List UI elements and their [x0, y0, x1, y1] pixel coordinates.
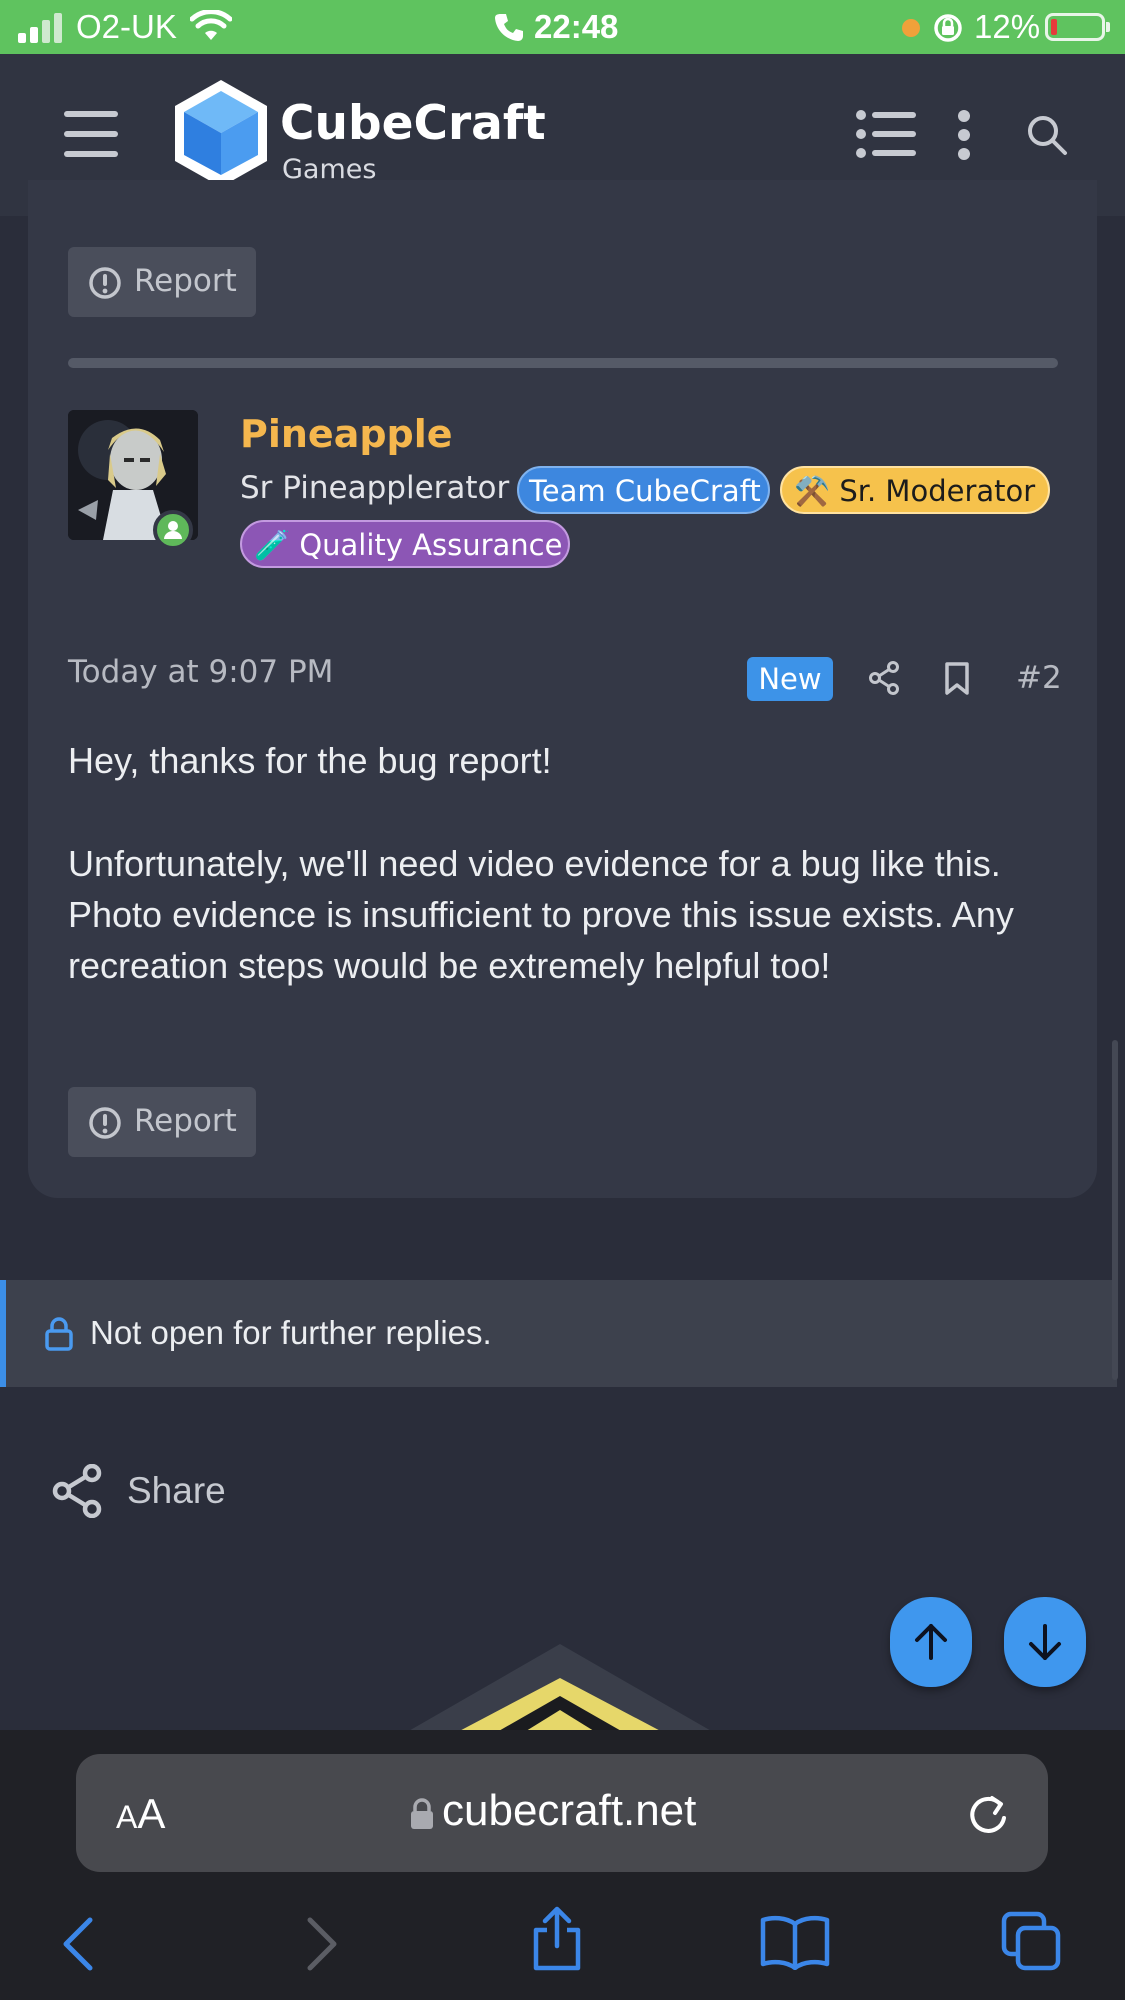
alert-circle-icon: [89, 1107, 121, 1139]
report-button-previous[interactable]: Report: [68, 247, 256, 317]
phone-call-icon: [495, 14, 523, 41]
wifi-icon: [190, 10, 232, 40]
reload-icon[interactable]: [966, 1792, 1010, 1838]
arrow-down-icon: [1029, 1624, 1061, 1660]
search-icon[interactable]: [1026, 114, 1068, 156]
post-date[interactable]: Today at 9:07 PM: [68, 654, 333, 690]
badge-sr-moderator-label: Sr. Moderator: [839, 474, 1036, 508]
status-bar: O2-UK 22:48 12%: [0, 0, 1125, 54]
battery-percent: 12%: [974, 8, 1041, 45]
post-divider: [68, 358, 1058, 368]
forward-icon: [307, 1917, 337, 1971]
share-icon[interactable]: [52, 1464, 102, 1518]
browser-toolbar: AA cubecraft.net: [0, 1730, 1125, 2000]
test-tube-icon: 🧪: [254, 528, 291, 562]
clock-time: 22:48: [534, 8, 619, 45]
report-button[interactable]: Report: [68, 1087, 256, 1157]
report-label: Report: [134, 263, 237, 299]
privacy-indicator-dot: [902, 19, 920, 37]
share-label[interactable]: Share: [127, 1470, 226, 1512]
scroll-to-bottom-button[interactable]: [1004, 1597, 1086, 1687]
badge-team-cubecraft-label: Team CubeCraft: [529, 474, 761, 508]
badge-quality-assurance: 🧪 Quality Assurance: [240, 520, 570, 568]
lock-icon: [411, 1798, 433, 1829]
alert-circle-icon: [89, 267, 121, 299]
carrier-name: O2-UK: [76, 8, 177, 45]
cubecraft-logo-icon[interactable]: [170, 77, 272, 191]
vertical-dots-icon[interactable]: [958, 110, 970, 160]
battery-icon: [1045, 13, 1105, 41]
badge-team-cubecraft: Team CubeCraft: [517, 466, 770, 514]
hamburger-menu-icon[interactable]: [64, 111, 118, 157]
thread-locked-notice: Not open for further replies.: [0, 1280, 1117, 1387]
battery-level-fill: [1051, 19, 1057, 35]
signal-icon: [18, 13, 62, 43]
text-size-button[interactable]: AA: [116, 1790, 165, 1838]
share-icon[interactable]: [868, 661, 900, 695]
footer-logo-icon: [410, 1644, 710, 1730]
badge-quality-assurance-label: Quality Assurance: [299, 528, 563, 562]
logo-title[interactable]: CubeCraft: [280, 96, 546, 151]
address-bar[interactable]: AA cubecraft.net: [76, 1754, 1048, 1872]
report-label: Report: [134, 1103, 237, 1139]
online-status-icon: [153, 510, 193, 550]
post-paragraph: Hey, thanks for the bug report!: [68, 740, 552, 781]
orientation-lock-icon: [934, 14, 962, 42]
bookmarks-book-icon[interactable]: [760, 1914, 830, 1970]
post-paragraph: Unfortunately, we'll need video evidence…: [68, 843, 1014, 986]
battery-cap: [1106, 22, 1110, 32]
bookmark-icon[interactable]: [944, 662, 970, 696]
post-body: Hey, thanks for the bug report! Unfortun…: [68, 735, 1058, 991]
locked-text: Not open for further replies.: [90, 1314, 492, 1351]
lock-icon: [45, 1317, 73, 1351]
post-author-name[interactable]: Pineapple: [240, 412, 453, 456]
back-icon[interactable]: [60, 1916, 94, 1972]
new-badge: New: [747, 657, 833, 701]
hammer-wrench-icon: ⚒️: [794, 474, 831, 508]
post-number[interactable]: #2: [1016, 660, 1062, 696]
tabs-icon[interactable]: [1000, 1910, 1064, 1974]
share-sheet-icon[interactable]: [530, 1906, 584, 1972]
scroll-to-top-button[interactable]: [890, 1597, 972, 1687]
list-icon[interactable]: [856, 110, 916, 158]
user-title: Sr Pineapplerator: [240, 470, 510, 506]
badge-sr-moderator: ⚒️ Sr. Moderator: [780, 466, 1050, 514]
arrow-up-icon: [915, 1624, 947, 1660]
url-text[interactable]: cubecraft.net: [442, 1786, 696, 1836]
page-scrollbar[interactable]: [1112, 1040, 1118, 1380]
